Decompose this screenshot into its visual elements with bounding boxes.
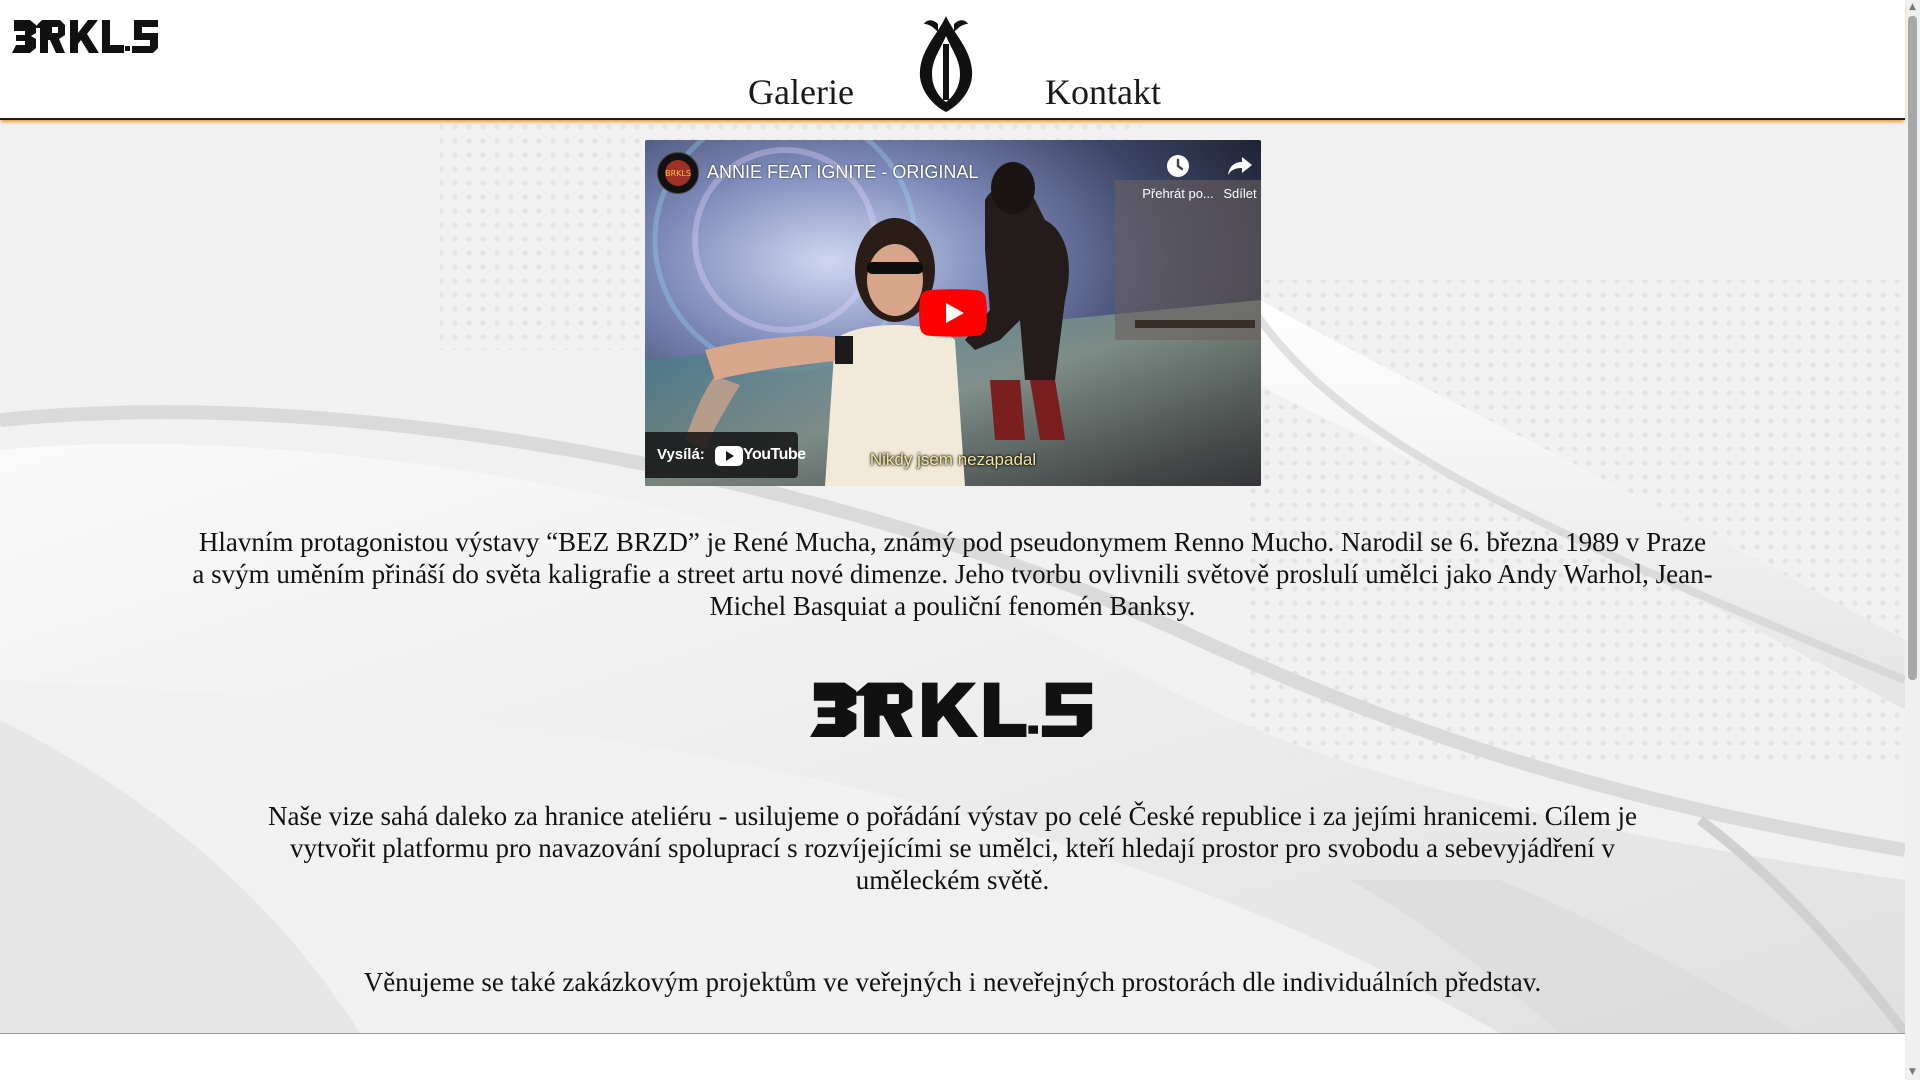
scrollbar-thumb[interactable] — [1908, 16, 1917, 680]
share-icon — [1228, 157, 1252, 175]
share-label: Sdílet — [1223, 186, 1257, 201]
emblem-icon[interactable] — [908, 14, 984, 114]
nav-galerie[interactable]: Galerie — [748, 70, 854, 114]
page-footer — [0, 1033, 1905, 1081]
play-icon[interactable] — [919, 289, 987, 337]
video-caption: Nikdy jsem nezapadal — [869, 450, 1037, 469]
scroll-down-arrow-icon[interactable]: ▼ — [1905, 1065, 1920, 1080]
brkls-logo[interactable] — [12, 16, 160, 56]
watch-later-label: Přehrát po... — [1142, 186, 1214, 201]
channel-avatar[interactable]: BRKLS — [657, 152, 699, 194]
clock-icon — [1167, 155, 1189, 177]
share-button[interactable]: Sdílet — [1215, 152, 1261, 201]
video-embed[interactable]: BRKLS ANNIE FEAT IGNITE - ORIGINAL Přehr… — [645, 140, 1261, 486]
vision-paragraph: Naše vize sahá daleko za hranice ateliér… — [268, 801, 1637, 895]
intro-paragraph: Hlavním protagonistou výstavy “BEZ BRZD”… — [192, 527, 1713, 621]
video-title[interactable]: ANNIE FEAT IGNITE - ORIGINAL — [707, 160, 978, 184]
brkls-logo-large — [810, 682, 1093, 738]
scroll-up-arrow-icon[interactable]: ▲ — [1905, 0, 1920, 15]
watch-later-button[interactable]: Přehrát po... — [1133, 152, 1223, 201]
projects-paragraph: Věnujeme se také zakázkovým projektům ve… — [363, 967, 1542, 997]
vertical-scrollbar[interactable]: ▲ ▼ — [1905, 0, 1920, 1080]
site-header: Galerie Kontakt — [0, 0, 1905, 120]
svg-text:BRKLS: BRKLS — [665, 169, 691, 178]
nav-kontakt[interactable]: Kontakt — [1045, 70, 1161, 114]
